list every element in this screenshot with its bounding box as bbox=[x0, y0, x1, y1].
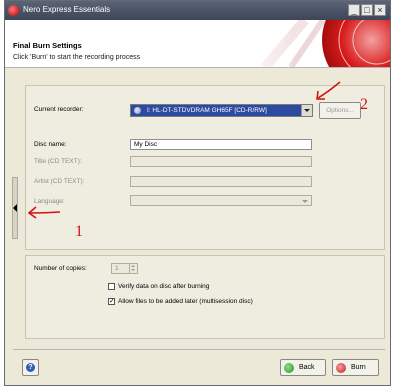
annotation-marker-2: 2 bbox=[360, 96, 368, 113]
annotation-marker-1: 1 bbox=[75, 223, 83, 240]
annotation-arrow-2 bbox=[316, 81, 341, 100]
annotation-arrow-1 bbox=[27, 206, 61, 219]
annotation-layer bbox=[27, 81, 341, 219]
